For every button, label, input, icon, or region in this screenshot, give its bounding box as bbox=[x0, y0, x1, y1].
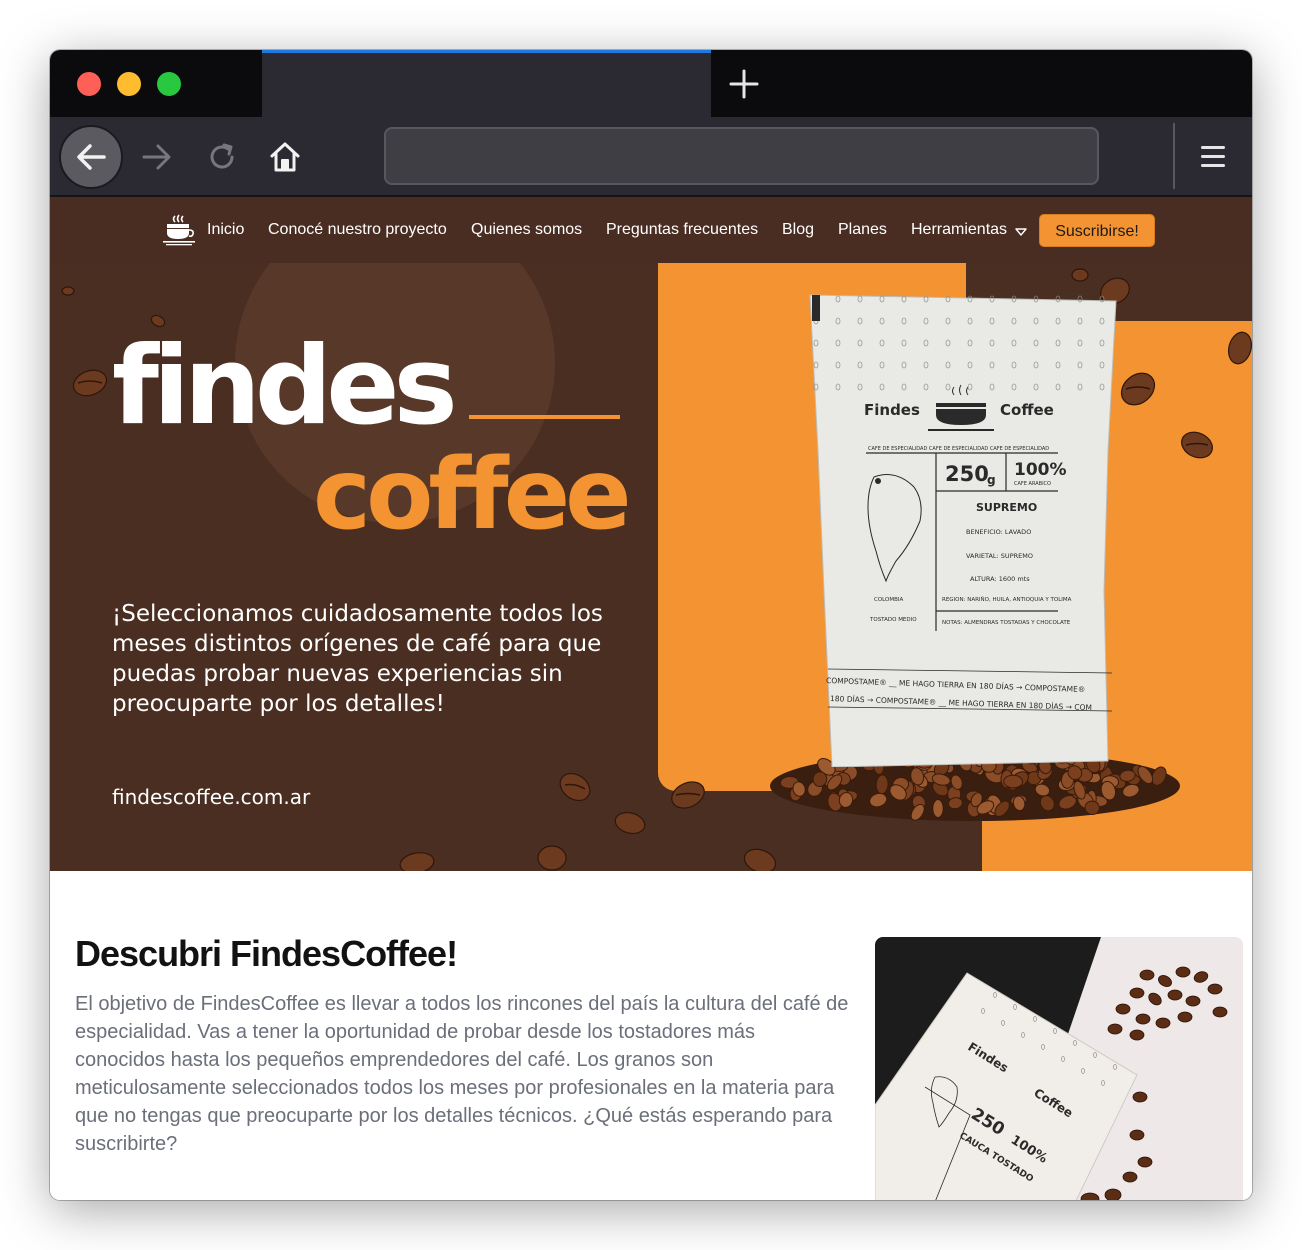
close-window-button[interactable] bbox=[77, 72, 101, 96]
hero-dash bbox=[469, 415, 620, 419]
nav-item-proyecto[interactable]: Conocé nuestro proyecto bbox=[268, 221, 447, 239]
bag-notas: NOTAS: ALMENDRAS TOSTADAS Y CHOCOLATE bbox=[942, 620, 1071, 626]
menu-button[interactable] bbox=[1190, 131, 1236, 181]
coffee-bean bbox=[1003, 774, 1023, 789]
nav-item-quienes-somos[interactable]: Quienes somos bbox=[471, 221, 582, 239]
new-tab-button[interactable] bbox=[726, 66, 762, 102]
coffee-bean bbox=[932, 799, 944, 818]
bag-brand-right: Coffee bbox=[1000, 401, 1054, 419]
home-icon bbox=[270, 142, 300, 172]
browser-window: Inicio Conocé nuestro proyecto Quienes s… bbox=[50, 50, 1252, 1200]
hero-title: findes bbox=[112, 324, 458, 449]
plus-icon bbox=[729, 69, 759, 99]
bag-weight: 250 bbox=[945, 462, 989, 486]
bag-altura: ALTURA: 1600 mts bbox=[970, 575, 1030, 583]
coffee-cup-logo-icon[interactable] bbox=[162, 214, 196, 246]
bag-roast: TOSTADO MEDIO bbox=[869, 617, 917, 623]
bag-brand-left: Findes bbox=[864, 401, 920, 419]
section-description: El objetivo de FindesCoffee es llevar a … bbox=[75, 993, 849, 1155]
maximize-window-button[interactable] bbox=[157, 72, 181, 96]
tab-bar bbox=[50, 50, 1252, 117]
bag-varietal: VARIETAL: SUPREMO bbox=[966, 552, 1033, 560]
product-photo-image: Findes Coffee 250 100% CAUCA TOSTADO bbox=[875, 937, 1243, 1200]
navigation-toolbar bbox=[50, 117, 1252, 197]
hero-banner: findes coffee ¡Seleccionamos cuidadosame… bbox=[50, 263, 1252, 871]
nav-item-inicio[interactable]: Inicio bbox=[207, 221, 244, 239]
hero-url[interactable]: findescoffee.com.ar bbox=[112, 785, 310, 809]
reload-icon bbox=[210, 143, 234, 169]
home-button[interactable] bbox=[253, 125, 317, 189]
arrow-right-icon bbox=[142, 144, 171, 170]
back-button[interactable] bbox=[59, 125, 123, 189]
nav-item-blog[interactable]: Blog bbox=[782, 221, 814, 239]
arrow-left-icon bbox=[77, 144, 106, 170]
minimize-window-button[interactable] bbox=[117, 72, 141, 96]
bag-variety: SUPREMO bbox=[976, 501, 1037, 514]
nav-item-planes[interactable]: Planes bbox=[838, 221, 887, 239]
nav-item-preguntas[interactable]: Preguntas frecuentes bbox=[606, 221, 758, 239]
forward-button[interactable] bbox=[125, 125, 189, 189]
coffee-bag-image: Findes Coffee CAFE DE ESPECIALIDAD CAFE … bbox=[809, 294, 1117, 767]
reload-button[interactable] bbox=[190, 125, 254, 189]
bag-percent: 100% bbox=[1014, 460, 1067, 480]
chevron-down-icon[interactable] bbox=[1015, 228, 1027, 236]
bag-band: CAFE DE ESPECIALIDAD CAFE DE ESPECIALIDA… bbox=[868, 446, 1049, 452]
url-bar[interactable] bbox=[384, 127, 1099, 185]
toolbar-separator bbox=[1173, 123, 1175, 189]
hero-subtitle: coffee bbox=[313, 438, 632, 552]
bag-region: REGION: NARIÑO, HUILA, ANTIOQUIA Y TOLIM… bbox=[942, 596, 1072, 603]
web-page: Inicio Conocé nuestro proyecto Quienes s… bbox=[50, 197, 1252, 1200]
bag-percent-sub: CAFE ARABICO bbox=[1014, 481, 1051, 487]
bag-beneficio: BENEFICIO: LAVADO bbox=[966, 528, 1031, 536]
subscribe-button[interactable]: Suscribirse! bbox=[1039, 214, 1155, 247]
nav-item-herramientas[interactable]: Herramientas bbox=[911, 221, 1007, 239]
section-title: Descubri FindesCoffee! bbox=[75, 933, 458, 974]
bag-weight-unit: g bbox=[987, 473, 996, 487]
hamburger-icon bbox=[1201, 145, 1225, 149]
site-navbar: Inicio Conocé nuestro proyecto Quienes s… bbox=[50, 197, 1252, 263]
product-photo: Findes Coffee 250 100% CAUCA TOSTADO bbox=[875, 937, 1243, 1200]
hero-description: ¡Seleccionamos cuidadosamente todos los … bbox=[112, 601, 603, 717]
active-tab[interactable] bbox=[262, 50, 711, 117]
bag-country: COLOMBIA bbox=[874, 597, 904, 603]
